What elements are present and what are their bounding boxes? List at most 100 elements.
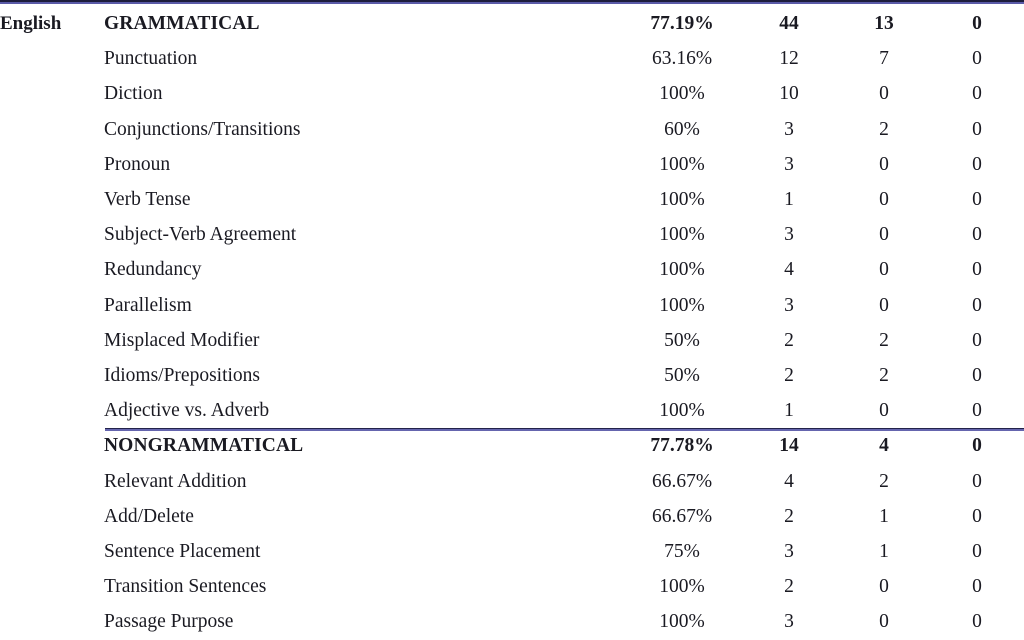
category-percent: 100%: [659, 83, 705, 105]
section-heading-label: NONGRAMMATICAL: [104, 435, 304, 457]
category-correct: 12: [779, 48, 799, 70]
section-heading-omitted: 0: [972, 13, 982, 34]
section-heading-incorrect: 4: [879, 435, 889, 457]
table-row: Adjective vs. Adverb 100% 1 0 0: [0, 393, 1024, 428]
score-report-table-container: English GRAMMATICAL 77.19% 44 13 0 Punctuation…: [0, 0, 1024, 640]
category-incorrect: 2: [879, 470, 889, 492]
category-correct: 1: [784, 400, 794, 422]
language-label-spacer-cell: [0, 41, 104, 76]
category-percent: 100%: [659, 259, 705, 281]
table-row: Transition Sentences 100% 2 0 0: [0, 569, 1024, 604]
category-incorrect: 0: [879, 189, 889, 211]
language-label-spacer-cell: [0, 217, 104, 252]
category-percent: 100%: [659, 224, 705, 246]
category-correct: 10: [779, 83, 799, 105]
category-incorrect: 0: [879, 153, 889, 175]
section-heading-omitted: 0: [972, 435, 982, 457]
table-row: Conjunctions/Transitions 60% 3 2 0: [0, 112, 1024, 147]
category-percent: 100%: [659, 400, 705, 422]
language-label-spacer-cell: [0, 147, 104, 182]
category-label: Misplaced Modifier: [104, 329, 260, 351]
table-row: Relevant Addition 66.67% 4 2 0: [0, 464, 1024, 499]
language-label-spacer-cell: [0, 112, 104, 147]
language-label-spacer-cell: [0, 76, 104, 111]
category-correct: 3: [784, 294, 794, 316]
section-heading-label: GRAMMATICAL: [104, 13, 260, 34]
category-omitted: 0: [972, 400, 982, 422]
language-label-spacer-cell: [0, 182, 104, 217]
category-percent: 100%: [659, 294, 705, 316]
section-heading-correct: 44: [779, 13, 799, 34]
category-omitted: 0: [972, 153, 982, 175]
table-row: Redundancy 100% 4 0 0: [0, 252, 1024, 287]
category-incorrect: 1: [879, 541, 889, 563]
category-label: Adjective vs. Adverb: [104, 400, 270, 422]
category-label: Add/Delete: [104, 505, 194, 527]
section-heading-percent: 77.78%: [650, 435, 714, 457]
category-omitted: 0: [972, 48, 982, 70]
category-label: Subject-Verb Agreement: [104, 224, 297, 246]
category-percent: 100%: [659, 611, 705, 633]
category-percent: 66.67%: [651, 505, 713, 527]
category-label: Diction: [104, 83, 163, 105]
language-label-spacer-cell: [0, 393, 104, 428]
category-correct: 2: [784, 576, 794, 598]
table-row: Diction 100% 10 0 0: [0, 76, 1024, 111]
category-correct: 3: [784, 541, 794, 563]
category-omitted: 0: [972, 189, 982, 211]
table-row: Idioms/Prepositions 50% 2 2 0: [0, 358, 1024, 393]
language-label-spacer-cell: [0, 428, 104, 463]
category-percent: 63.16%: [651, 48, 713, 70]
category-percent: 100%: [659, 189, 705, 211]
category-incorrect: 0: [879, 83, 889, 105]
language-label-spacer-cell: [0, 464, 104, 499]
category-correct: 3: [784, 153, 794, 175]
category-correct: 3: [784, 611, 794, 633]
category-percent: 50%: [664, 365, 700, 387]
category-omitted: 0: [972, 329, 982, 351]
category-omitted: 0: [972, 611, 982, 633]
category-label: Punctuation: [104, 48, 198, 70]
category-omitted: 0: [972, 224, 982, 246]
category-percent: 75%: [664, 541, 700, 563]
category-omitted: 0: [972, 541, 982, 563]
language-label-spacer-cell: [0, 569, 104, 604]
category-percent: 100%: [659, 153, 705, 175]
score-breakdown-table: English GRAMMATICAL 77.19% 44 13 0 Punctuation…: [0, 6, 1024, 640]
table-top-border-blue-line: [0, 2, 1024, 4]
category-label: Conjunctions/Transitions: [104, 118, 301, 140]
category-incorrect: 7: [879, 48, 889, 70]
section-heading-incorrect: 13: [874, 13, 894, 34]
category-omitted: 0: [972, 118, 982, 140]
language-label-spacer-cell: [0, 534, 104, 569]
category-omitted: 0: [972, 470, 982, 492]
category-incorrect: 0: [879, 611, 889, 633]
table-row: Verb Tense 100% 1 0 0: [0, 182, 1024, 217]
category-label: Transition Sentences: [104, 576, 267, 598]
category-label: Relevant Addition: [104, 470, 247, 492]
category-omitted: 0: [972, 505, 982, 527]
table-row: Add/Delete 66.67% 2 1 0: [0, 499, 1024, 534]
category-percent: 50%: [664, 329, 700, 351]
category-omitted: 0: [972, 576, 982, 598]
language-label-spacer-cell: [0, 252, 104, 287]
category-correct: 1: [784, 189, 794, 211]
category-correct: 3: [784, 224, 794, 246]
section-heading-percent: 77.19%: [650, 13, 714, 34]
category-label: Sentence Placement: [104, 541, 261, 563]
score-table-body: English GRAMMATICAL 77.19% 44 13 0 Punctuation…: [0, 6, 1024, 640]
language-label-cell: English: [0, 13, 62, 34]
category-omitted: 0: [972, 294, 982, 316]
category-incorrect: 0: [879, 259, 889, 281]
table-row: Sentence Placement 75% 3 1 0: [0, 534, 1024, 569]
category-incorrect: 2: [879, 365, 889, 387]
category-incorrect: 0: [879, 224, 889, 246]
category-percent: 60%: [664, 118, 700, 140]
category-incorrect: 2: [879, 118, 889, 140]
category-incorrect: 0: [879, 400, 889, 422]
language-label-spacer-cell: [0, 499, 104, 534]
section-heading-row: English GRAMMATICAL 77.19% 44 13 0: [0, 6, 1024, 41]
category-label: Passage Purpose: [104, 611, 234, 633]
category-label: Idioms/Prepositions: [104, 365, 261, 387]
table-row: Subject-Verb Agreement 100% 3 0 0: [0, 217, 1024, 252]
